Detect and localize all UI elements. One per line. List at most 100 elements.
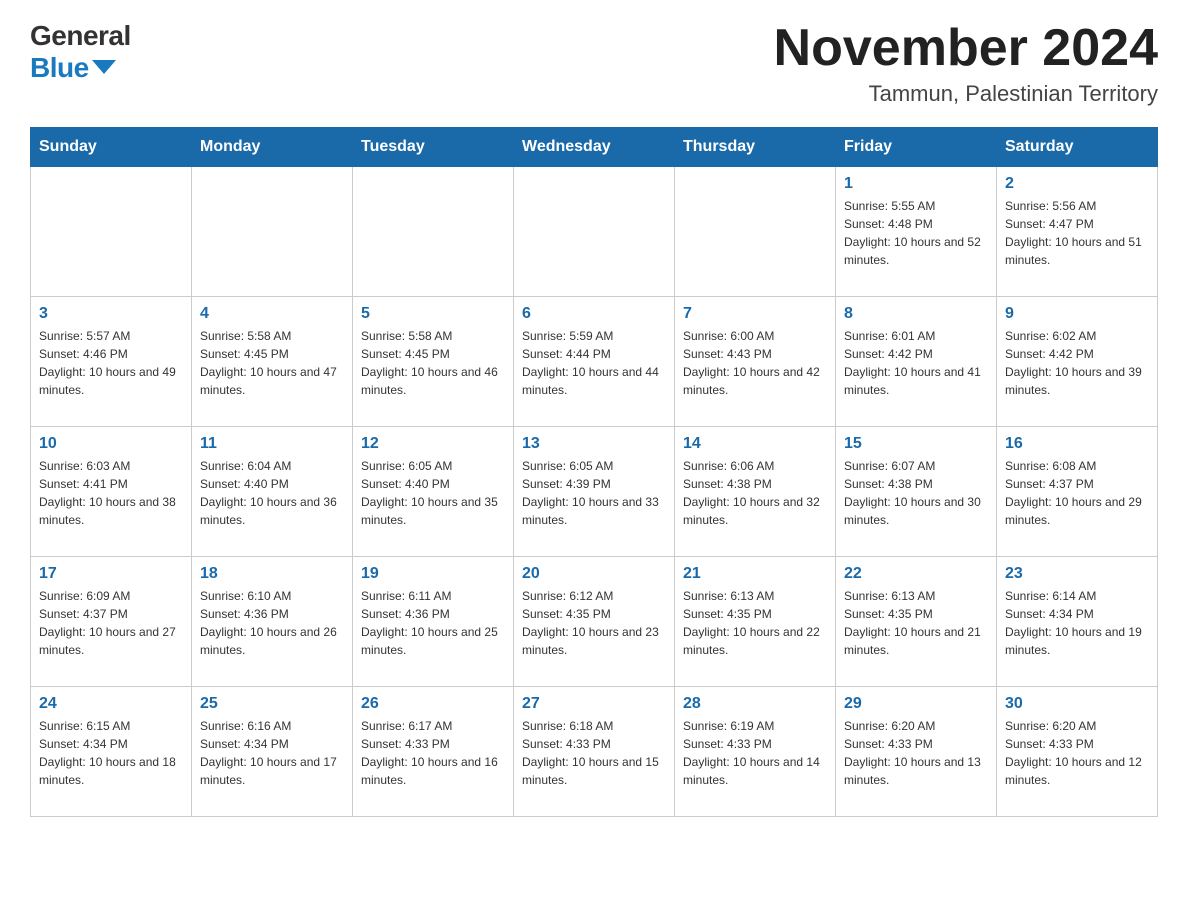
weekday-header-tuesday: Tuesday: [353, 128, 514, 167]
day-info: Sunrise: 6:13 AM Sunset: 4:35 PM Dayligh…: [683, 587, 827, 659]
calendar-cell: 30Sunrise: 6:20 AM Sunset: 4:33 PM Dayli…: [997, 687, 1158, 817]
calendar-cell: 6 Sunrise: 5:59 AM Sunset: 4:44 PM Daylig…: [514, 297, 675, 427]
calendar-cell: 12 Sunrise: 6:05 AM Sunset: 4:40 PM Dayli…: [353, 427, 514, 557]
day-number: 2: [1005, 175, 1149, 193]
day-info: Sunrise: 6:15 AM Sunset: 4:34 PM Dayligh…: [39, 717, 183, 789]
day-number: 8: [844, 305, 988, 323]
calendar-cell: 21Sunrise: 6:13 AM Sunset: 4:35 PM Dayli…: [675, 557, 836, 687]
weekday-header-friday: Friday: [836, 128, 997, 167]
day-number: 1: [844, 175, 988, 193]
day-number: 6: [522, 305, 666, 323]
day-number: 5: [361, 305, 505, 323]
day-number: 10: [39, 435, 183, 453]
calendar-cell: 26 Sunrise: 6:17 AM Sunset: 4:33 PM Dayli…: [353, 687, 514, 817]
day-number: 18: [200, 565, 344, 583]
calendar-cell: [675, 167, 836, 297]
day-info: Sunrise: 6:08 AM Sunset: 4:37 PM Dayligh…: [1005, 457, 1149, 529]
day-number: 30: [1005, 695, 1149, 713]
day-number: 23: [1005, 565, 1149, 583]
day-number: 4: [200, 305, 344, 323]
day-number: 29: [844, 695, 988, 713]
calendar-row-3: 17 Sunrise: 6:09 AM Sunset: 4:37 PM Dayli…: [31, 557, 1158, 687]
day-info: Sunrise: 6:05 AM Sunset: 4:39 PM Dayligh…: [522, 457, 666, 529]
calendar-cell: 17 Sunrise: 6:09 AM Sunset: 4:37 PM Dayli…: [31, 557, 192, 687]
day-info: Sunrise: 6:17 AM Sunset: 4:33 PM Dayligh…: [361, 717, 505, 789]
calendar-cell: 8 Sunrise: 6:01 AM Sunset: 4:42 PM Daylig…: [836, 297, 997, 427]
weekday-header-thursday: Thursday: [675, 128, 836, 167]
calendar-row-0: 1Sunrise: 5:55 AM Sunset: 4:48 PM Daylig…: [31, 167, 1158, 297]
day-info: Sunrise: 5:56 AM Sunset: 4:47 PM Dayligh…: [1005, 197, 1149, 269]
logo: General Blue: [30, 20, 131, 84]
calendar-cell: 2 Sunrise: 5:56 AM Sunset: 4:47 PM Daylig…: [997, 167, 1158, 297]
day-number: 20: [522, 565, 666, 583]
day-info: Sunrise: 6:02 AM Sunset: 4:42 PM Dayligh…: [1005, 327, 1149, 399]
day-info: Sunrise: 6:20 AM Sunset: 4:33 PM Dayligh…: [844, 717, 988, 789]
day-number: 9: [1005, 305, 1149, 323]
calendar-cell: 14 Sunrise: 6:06 AM Sunset: 4:38 PM Dayli…: [675, 427, 836, 557]
calendar-cell: [514, 167, 675, 297]
day-info: Sunrise: 6:10 AM Sunset: 4:36 PM Dayligh…: [200, 587, 344, 659]
day-info: Sunrise: 6:16 AM Sunset: 4:34 PM Dayligh…: [200, 717, 344, 789]
day-info: Sunrise: 6:01 AM Sunset: 4:42 PM Dayligh…: [844, 327, 988, 399]
day-number: 14: [683, 435, 827, 453]
day-info: Sunrise: 5:59 AM Sunset: 4:44 PM Dayligh…: [522, 327, 666, 399]
day-number: 12: [361, 435, 505, 453]
day-number: 22: [844, 565, 988, 583]
calendar-cell: 7 Sunrise: 6:00 AM Sunset: 4:43 PM Daylig…: [675, 297, 836, 427]
month-title: November 2024: [774, 20, 1158, 77]
day-number: 3: [39, 305, 183, 323]
day-info: Sunrise: 6:04 AM Sunset: 4:40 PM Dayligh…: [200, 457, 344, 529]
calendar-cell: 11 Sunrise: 6:04 AM Sunset: 4:40 PM Dayli…: [192, 427, 353, 557]
calendar-cell: 22Sunrise: 6:13 AM Sunset: 4:35 PM Dayli…: [836, 557, 997, 687]
day-info: Sunrise: 6:05 AM Sunset: 4:40 PM Dayligh…: [361, 457, 505, 529]
calendar-cell: [31, 167, 192, 297]
weekday-header-sunday: Sunday: [31, 128, 192, 167]
calendar-table: SundayMondayTuesdayWednesdayThursdayFrid…: [30, 127, 1158, 817]
location-title: Tammun, Palestinian Territory: [774, 81, 1158, 107]
calendar-row-2: 10Sunrise: 6:03 AM Sunset: 4:41 PM Dayli…: [31, 427, 1158, 557]
calendar-cell: 1Sunrise: 5:55 AM Sunset: 4:48 PM Daylig…: [836, 167, 997, 297]
calendar-cell: 4Sunrise: 5:58 AM Sunset: 4:45 PM Daylig…: [192, 297, 353, 427]
calendar-cell: 27Sunrise: 6:18 AM Sunset: 4:33 PM Dayli…: [514, 687, 675, 817]
day-number: 25: [200, 695, 344, 713]
day-info: Sunrise: 6:00 AM Sunset: 4:43 PM Dayligh…: [683, 327, 827, 399]
calendar-cell: 3 Sunrise: 5:57 AM Sunset: 4:46 PM Daylig…: [31, 297, 192, 427]
calendar-row-1: 3 Sunrise: 5:57 AM Sunset: 4:46 PM Daylig…: [31, 297, 1158, 427]
calendar-row-4: 24 Sunrise: 6:15 AM Sunset: 4:34 PM Dayli…: [31, 687, 1158, 817]
calendar-cell: 10Sunrise: 6:03 AM Sunset: 4:41 PM Dayli…: [31, 427, 192, 557]
page-header: General Blue November 2024 Tammun, Pales…: [30, 20, 1158, 107]
day-info: Sunrise: 6:06 AM Sunset: 4:38 PM Dayligh…: [683, 457, 827, 529]
day-number: 17: [39, 565, 183, 583]
day-number: 16: [1005, 435, 1149, 453]
title-area: November 2024 Tammun, Palestinian Territ…: [774, 20, 1158, 107]
day-info: Sunrise: 6:11 AM Sunset: 4:36 PM Dayligh…: [361, 587, 505, 659]
calendar-cell: 23Sunrise: 6:14 AM Sunset: 4:34 PM Dayli…: [997, 557, 1158, 687]
day-info: Sunrise: 6:09 AM Sunset: 4:37 PM Dayligh…: [39, 587, 183, 659]
weekday-header-wednesday: Wednesday: [514, 128, 675, 167]
day-number: 27: [522, 695, 666, 713]
weekday-header-saturday: Saturday: [997, 128, 1158, 167]
weekday-header-monday: Monday: [192, 128, 353, 167]
day-info: Sunrise: 6:07 AM Sunset: 4:38 PM Dayligh…: [844, 457, 988, 529]
day-number: 13: [522, 435, 666, 453]
logo-general: General: [30, 20, 131, 52]
logo-arrow-icon: [92, 60, 116, 74]
calendar-cell: 13 Sunrise: 6:05 AM Sunset: 4:39 PM Dayli…: [514, 427, 675, 557]
calendar-cell: 24 Sunrise: 6:15 AM Sunset: 4:34 PM Dayli…: [31, 687, 192, 817]
calendar-cell: 19 Sunrise: 6:11 AM Sunset: 4:36 PM Dayli…: [353, 557, 514, 687]
day-number: 7: [683, 305, 827, 323]
calendar-cell: [192, 167, 353, 297]
calendar-header-row: SundayMondayTuesdayWednesdayThursdayFrid…: [31, 128, 1158, 167]
day-number: 11: [200, 435, 344, 453]
day-info: Sunrise: 5:57 AM Sunset: 4:46 PM Dayligh…: [39, 327, 183, 399]
calendar-cell: 16 Sunrise: 6:08 AM Sunset: 4:37 PM Dayli…: [997, 427, 1158, 557]
day-number: 24: [39, 695, 183, 713]
calendar-cell: 29 Sunrise: 6:20 AM Sunset: 4:33 PM Dayli…: [836, 687, 997, 817]
logo-blue: Blue: [30, 52, 131, 84]
calendar-cell: [353, 167, 514, 297]
day-number: 15: [844, 435, 988, 453]
day-number: 19: [361, 565, 505, 583]
calendar-cell: 15 Sunrise: 6:07 AM Sunset: 4:38 PM Dayli…: [836, 427, 997, 557]
day-number: 26: [361, 695, 505, 713]
day-info: Sunrise: 6:12 AM Sunset: 4:35 PM Dayligh…: [522, 587, 666, 659]
